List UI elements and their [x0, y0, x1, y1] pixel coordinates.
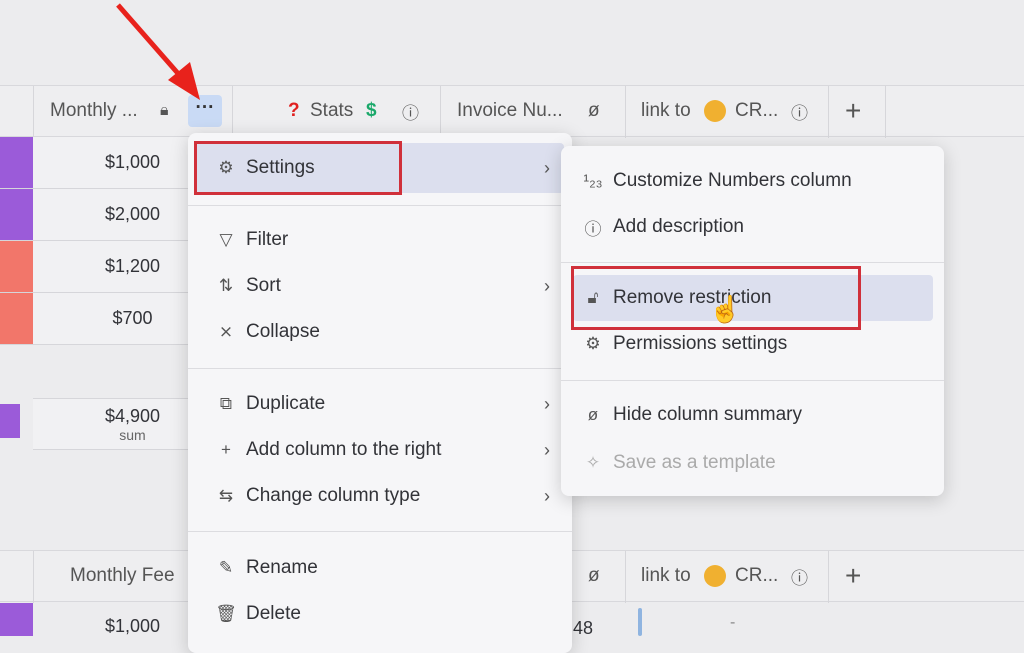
- cell-value: $2,000: [104, 204, 161, 224]
- add-column-button[interactable]: +: [845, 95, 861, 127]
- eye-off-icon: ø: [588, 565, 600, 586]
- chevron-right-icon: ›: [544, 157, 550, 178]
- summary-stripe: [0, 404, 20, 438]
- menu-item-change-column-type[interactable]: ⇆ Change column type ›: [188, 473, 572, 519]
- submenu-item-hide-column-summary[interactable]: ø Hide column summary: [561, 392, 944, 438]
- menu-item-label: Change column type: [246, 485, 421, 506]
- menu-item-collapse[interactable]: ⨯ Collapse: [188, 309, 572, 355]
- submenu-item-label: Customize Numbers column: [613, 170, 852, 191]
- column-context-menu: ⚙ Settings › ▽ Filter ⇅ Sort › ⨯ Collapse ⧉ Duplica…: [188, 133, 572, 653]
- unlock-icon: 🔓︎: [587, 288, 599, 307]
- emoji-icon: [704, 565, 726, 587]
- wand-icon: ✧: [585, 453, 601, 472]
- column-title-link-prefix[interactable]: link to: [641, 100, 691, 122]
- column-title-monthly-fee[interactable]: Monthly Fee: [70, 565, 175, 587]
- menu-item-label: Sort: [246, 275, 281, 296]
- swap-icon: ⇆: [218, 486, 234, 505]
- row-stripe: [0, 241, 33, 293]
- dollar-icon: $: [366, 100, 377, 121]
- menu-item-add-column-to-the-right[interactable]: + Add column to the right ›: [188, 427, 572, 473]
- menu-item-filter[interactable]: ▽ Filter: [188, 217, 572, 263]
- row-stripe: [0, 189, 33, 241]
- group2-row1-link: -: [730, 614, 736, 631]
- menu-item-label: Add column to the right: [246, 439, 442, 460]
- info-icon: ⓘ: [584, 219, 602, 239]
- menu-item-label: Rename: [246, 557, 318, 578]
- submenu-item-permissions-settings[interactable]: ⚙ Permissions settings: [561, 321, 944, 367]
- submenu-item-label: Add description: [613, 216, 744, 237]
- submenu-item-customize-numbers-column[interactable]: ¹₂₃ Customize Numbers column: [561, 158, 944, 204]
- chevron-right-icon: ›: [544, 275, 550, 296]
- menu-item-label: Settings: [246, 157, 315, 178]
- group2-row1-value[interactable]: $1,000: [105, 616, 160, 637]
- collapse-icon: ⨯: [218, 322, 234, 341]
- summary-value: $4,900: [104, 405, 161, 426]
- question-icon: ?: [288, 100, 300, 121]
- menu-item-rename[interactable]: ✎ Rename: [188, 545, 572, 591]
- hand-cursor-icon: ☝: [709, 294, 742, 324]
- settings-submenu: ¹₂₃ Customize Numbers column ⓘ Add descript…: [561, 146, 944, 496]
- chevron-right-icon: ›: [544, 393, 550, 414]
- column-title-link-prefix[interactable]: link to: [641, 565, 691, 587]
- column-title-invoice[interactable]: Invoice Nu...: [457, 100, 563, 122]
- menu-item-label: Filter: [246, 229, 289, 250]
- pointer-arrow: [116, 3, 200, 100]
- plus-icon: +: [221, 440, 231, 459]
- info-icon: ⓘ: [791, 103, 808, 123]
- info-icon: ⓘ: [402, 103, 419, 123]
- eye-off-icon: ø: [588, 100, 600, 121]
- cell-value: $1,200: [104, 256, 161, 276]
- row-stripe: [0, 603, 33, 636]
- menu-item-settings[interactable]: ⚙ Settings ›: [188, 145, 572, 191]
- cell-value: $700: [112, 308, 153, 328]
- submenu-item-add-description[interactable]: ⓘ Add description: [561, 204, 944, 250]
- gear-icon: ⚙: [218, 158, 234, 177]
- submenu-item-label: Hide column summary: [613, 404, 802, 425]
- submenu-item-label: Remove restriction: [613, 287, 772, 308]
- submenu-item-remove-restriction[interactable]: 🔓︎ Remove restriction: [561, 275, 944, 321]
- menu-item-label: Collapse: [246, 321, 320, 342]
- submenu-item-save-as-a-template: ✧ Save as a template: [561, 440, 944, 486]
- duplicate-icon: ⧉: [219, 394, 233, 413]
- info-icon: ⓘ: [791, 568, 808, 588]
- submenu-item-label: Permissions settings: [613, 333, 788, 354]
- menu-item-duplicate[interactable]: ⧉ Duplicate ›: [188, 381, 572, 427]
- trash-icon: 🗑︎: [215, 604, 237, 623]
- menu-item-label: Delete: [246, 603, 301, 624]
- chevron-right-icon: ›: [544, 485, 550, 506]
- menu-item-sort[interactable]: ⇅ Sort ›: [188, 263, 572, 309]
- row-stripe: [0, 293, 33, 345]
- eye-off-icon: ø: [587, 405, 599, 424]
- summary-label: sum: [119, 426, 146, 443]
- row-stripe: [0, 137, 33, 189]
- pencil-icon: ✎: [218, 558, 234, 577]
- menu-item-label: Duplicate: [246, 393, 326, 414]
- cell-value: $1,000: [104, 152, 161, 172]
- column-title-stats[interactable]: Stats: [310, 100, 353, 122]
- link-indicator: [638, 608, 642, 636]
- menu-item-delete[interactable]: 🗑︎ Delete: [188, 591, 572, 637]
- column-title-link-suffix[interactable]: CR...: [735, 100, 778, 122]
- filter-icon: ▽: [219, 230, 233, 249]
- sort-icon: ⇅: [218, 276, 234, 295]
- add-column-button[interactable]: +: [845, 560, 861, 592]
- submenu-item-label: Save as a template: [613, 452, 776, 473]
- column-title-link-suffix[interactable]: CR...: [735, 565, 778, 587]
- numbers-icon: ¹₂₃: [583, 171, 603, 190]
- chevron-right-icon: ›: [544, 439, 550, 460]
- emoji-icon: [704, 100, 726, 122]
- gear-icon: ⚙: [585, 334, 601, 353]
